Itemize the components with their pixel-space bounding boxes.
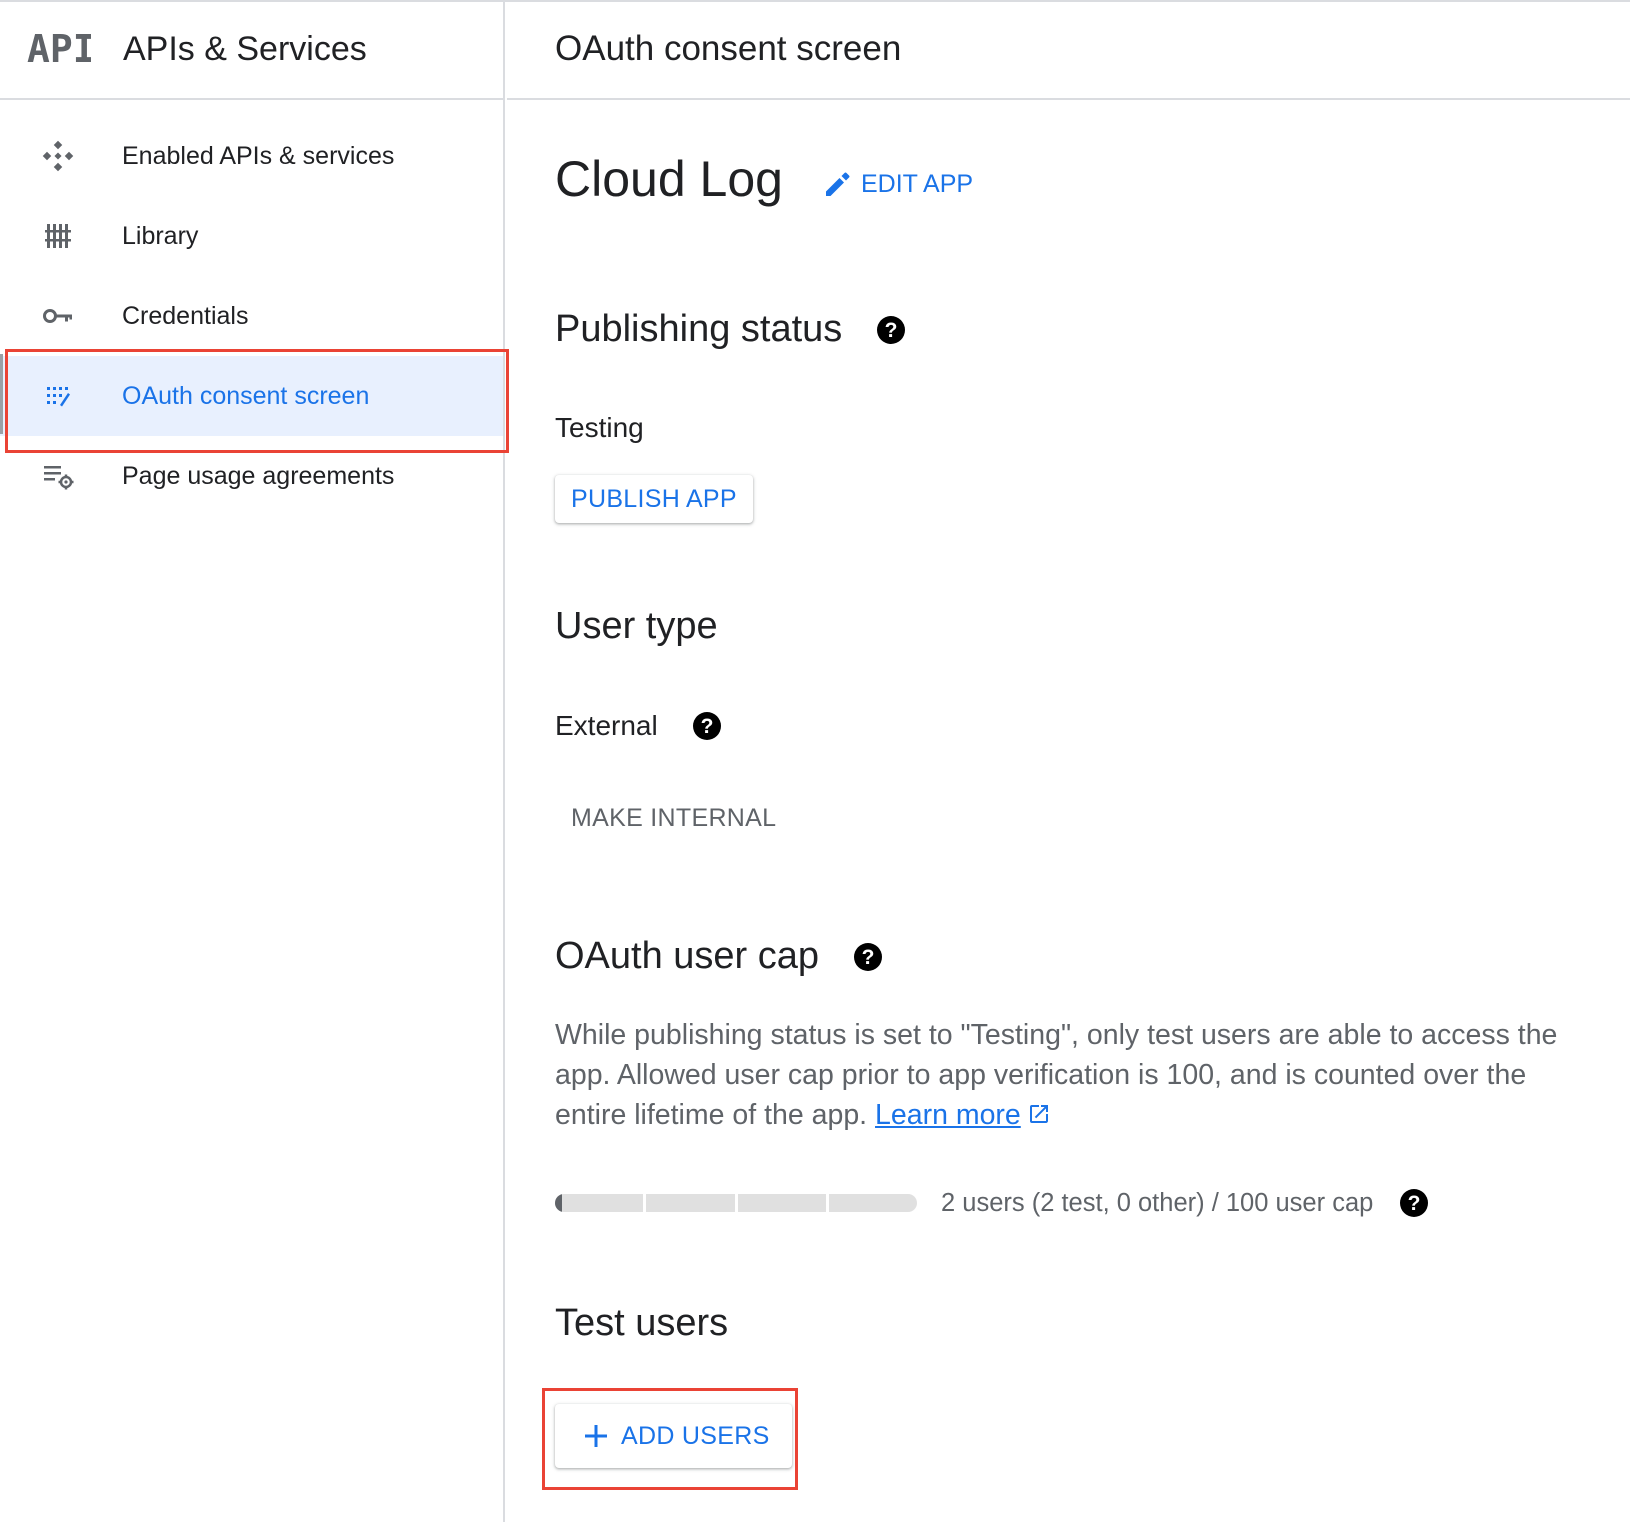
progress-segment xyxy=(555,1194,644,1212)
sidebar-title: APIs & Services xyxy=(123,29,367,68)
svg-text:?: ? xyxy=(885,319,898,342)
sidebar-item-page-usage-agreements[interactable]: Page usage agreements xyxy=(0,436,503,516)
plus-icon xyxy=(583,1423,609,1449)
progress-segment xyxy=(828,1194,917,1212)
page-title: OAuth consent screen xyxy=(555,29,902,68)
test-users-heading: Test users xyxy=(555,1302,729,1344)
user-cap-usage-text: 2 users (2 test, 0 other) / 100 user cap xyxy=(941,1188,1374,1217)
library-icon xyxy=(41,219,75,253)
active-indicator xyxy=(0,354,3,434)
api-logo: API xyxy=(27,31,91,67)
oauth-user-cap-title: OAuth user cap ? xyxy=(555,935,883,978)
add-users-label: ADD USERS xyxy=(621,1421,770,1450)
consent-screen-icon xyxy=(41,379,75,413)
sidebar-item-label: Library xyxy=(122,221,199,250)
sidebar-header: API APIs & Services xyxy=(0,0,503,100)
publishing-status-value: Testing xyxy=(555,412,644,443)
svg-text:?: ? xyxy=(1408,1192,1421,1215)
sidebar-item-library[interactable]: Library xyxy=(0,196,503,276)
sidebar-item-label: Enabled APIs & services xyxy=(122,141,395,170)
publishing-status-title: Publishing status ? xyxy=(555,308,906,351)
sidebar-item-label: Page usage agreements xyxy=(122,461,395,490)
main-panel: OAuth consent screen Cloud Log EDIT APP … xyxy=(507,0,1630,1522)
user-type-value: External xyxy=(555,710,658,741)
user-cap-description-text: While publishing status is set to "Testi… xyxy=(555,1019,1558,1131)
key-icon xyxy=(41,299,75,333)
user-cap-description: While publishing status is set to "Testi… xyxy=(555,1015,1595,1137)
main-header: OAuth consent screen xyxy=(507,0,1630,100)
sidebar-item-credentials[interactable]: Credentials xyxy=(0,276,503,356)
svg-text:?: ? xyxy=(700,715,713,738)
sidebar: API APIs & Services Enabled APIs & servi… xyxy=(0,0,505,1522)
user-cap-progress-bar xyxy=(555,1194,917,1212)
edit-app-button[interactable]: EDIT APP xyxy=(823,169,973,199)
app-row: Cloud Log EDIT APP xyxy=(555,150,973,208)
sidebar-item-label: OAuth consent screen xyxy=(122,381,370,410)
user-type-title: User type xyxy=(555,605,718,648)
publishing-status-heading: Publishing status xyxy=(555,308,843,350)
user-type-heading: User type xyxy=(555,605,718,647)
test-users-title: Test users xyxy=(555,1302,728,1345)
user-type-row: External ? xyxy=(555,710,722,742)
enabled-apis-icon xyxy=(41,139,75,173)
external-link-icon[interactable] xyxy=(1027,1097,1051,1137)
app-name: Cloud Log xyxy=(555,151,783,207)
help-icon[interactable]: ? xyxy=(1399,1188,1429,1218)
sidebar-nav: Enabled APIs & services Library Credenti… xyxy=(0,100,503,516)
help-icon[interactable]: ? xyxy=(853,942,883,972)
sidebar-item-oauth-consent-screen[interactable]: OAuth consent screen xyxy=(0,356,503,436)
progress-segment xyxy=(646,1194,735,1212)
user-cap-usage: 2 users (2 test, 0 other) / 100 user cap… xyxy=(555,1188,1429,1218)
sidebar-item-label: Credentials xyxy=(122,301,249,330)
help-icon[interactable]: ? xyxy=(876,315,906,345)
sidebar-item-enabled-apis[interactable]: Enabled APIs & services xyxy=(0,116,503,196)
learn-more-link[interactable]: Learn more xyxy=(875,1099,1021,1131)
api-logo-text: API xyxy=(27,31,91,67)
settings-list-icon xyxy=(41,459,75,493)
progress-fill xyxy=(555,1194,563,1212)
edit-app-label: EDIT APP xyxy=(860,169,974,198)
progress-segment xyxy=(737,1194,826,1212)
publish-app-button[interactable]: PUBLISH APP xyxy=(555,475,753,523)
make-internal-button[interactable]: MAKE INTERNAL xyxy=(555,794,792,842)
add-users-button[interactable]: ADD USERS xyxy=(555,1404,792,1468)
oauth-user-cap-heading: OAuth user cap xyxy=(555,935,820,977)
help-icon[interactable]: ? xyxy=(692,711,722,741)
pencil-icon xyxy=(825,172,850,196)
svg-text:?: ? xyxy=(862,946,875,969)
